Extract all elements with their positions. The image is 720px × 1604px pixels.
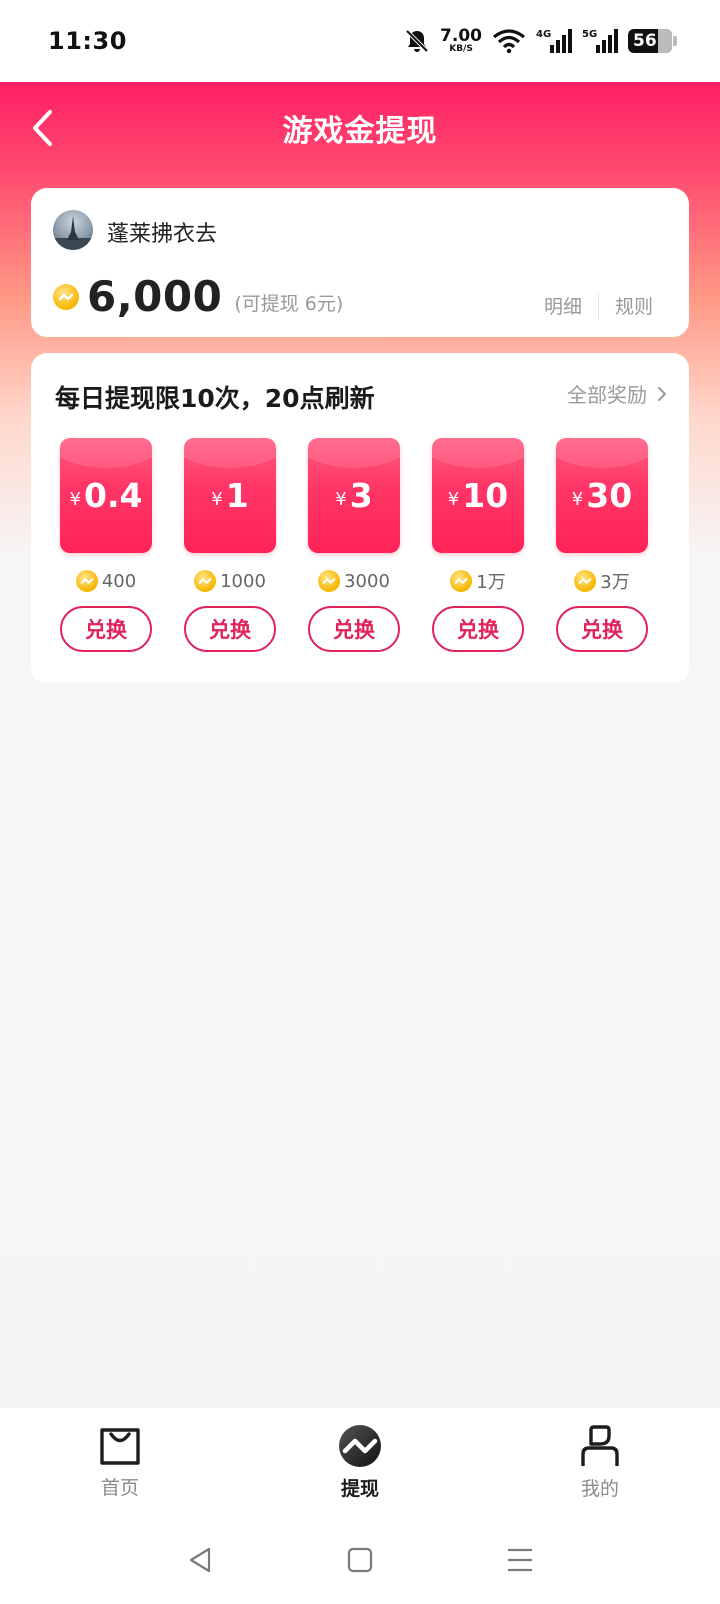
withdrawable-note: (可提现 6元) [234,293,344,315]
battery-icon: 56 [628,29,677,53]
triangle-back-icon [189,1547,211,1573]
currency-symbol: ¥ [571,489,584,510]
net-speed-unit: KB/S [449,44,473,54]
username: 蓬莱拂衣去 [107,222,218,247]
avatar[interactable] [53,210,93,250]
cost-row: 1万 [450,568,506,594]
menu-icon [508,1548,532,1572]
exchange-button[interactable]: 兑换 [308,606,400,652]
reward-item: ¥ 1 1000 兑换 [184,438,276,652]
reward-amount: 3 [349,476,373,515]
reward-cost: 400 [101,570,137,592]
signal-5g-icon: 5G [582,27,618,55]
bell-muted-icon [404,28,430,54]
cost-row: 3万 [574,568,630,594]
status-bar: 11:30 7.00 KB/S 4G 5G 56 [0,0,720,82]
nav-home-button[interactable] [330,1535,390,1585]
currency-symbol: ¥ [447,489,460,510]
reward-cost: 1万 [476,572,506,593]
reward-cost: 3000 [344,570,390,592]
red-packet[interactable]: ¥ 0.4 [60,438,152,553]
all-rewards-link[interactable]: 全部奖励 [567,379,667,408]
coin-icon [75,570,98,592]
reward-amount: 30 [586,476,633,515]
reward-amount: 10 [462,476,509,515]
tab-profile[interactable]: 我的 [480,1408,720,1516]
currency-symbol: ¥ [211,489,223,510]
detail-link[interactable]: 明细 [544,292,582,319]
net-speed: 7.00 KB/S [440,28,482,54]
divider [597,292,599,319]
red-packet[interactable]: ¥ 10 [432,438,524,553]
red-packet[interactable]: ¥ 30 [556,438,648,553]
shopping-bag-icon [100,1427,140,1465]
balance-row: 6,000 (可提现 6元) [53,272,343,321]
tab-label: 我的 [580,1477,619,1500]
nav-back-button[interactable] [170,1535,230,1585]
status-icons: 7.00 KB/S 4G 5G 56 [404,27,677,55]
all-rewards-label: 全部奖励 [567,383,647,407]
chevron-right-icon [658,386,666,401]
withdraw-icon [339,1424,381,1467]
signal-4g-label: 4G [536,29,551,40]
exchange-button[interactable]: 兑换 [184,606,276,652]
exchange-button[interactable]: 兑换 [432,606,524,652]
coin-icon [53,283,79,310]
exchange-button[interactable]: 兑换 [60,606,152,652]
tab-bar: 首页 提现 我的 [0,1408,720,1516]
reward-item: ¥ 3 3000 兑换 [308,438,400,652]
battery-level: 56 [633,31,657,51]
rewards-card: 每日提现限10次，20点刷新 全部奖励 ¥ 0.4 400 兑换 ¥ 1 100… [31,353,689,683]
back-button[interactable] [22,108,62,148]
coin-icon [450,570,473,592]
tab-label: 提现 [340,1477,379,1500]
currency-symbol: ¥ [69,489,81,510]
reward-amount: 0.4 [83,476,143,515]
reward-cost: 3万 [600,572,630,593]
coin-icon [574,570,597,592]
red-packet[interactable]: ¥ 1 [184,438,276,553]
tab-label: 首页 [100,1476,139,1499]
exchange-button[interactable]: 兑换 [556,606,648,652]
wifi-icon [492,28,526,54]
system-nav-bar [0,1516,720,1604]
reward-cost: 1000 [220,570,266,592]
reward-amount: 1 [225,476,249,515]
status-time: 11:30 [48,27,127,55]
coin-icon [318,570,341,592]
cost-row: 400 [75,568,137,594]
cost-row: 3000 [318,568,390,594]
signal-5g-label: 5G [582,29,597,40]
cost-row: 1000 [194,568,266,594]
user-card: 蓬莱拂衣去 6,000 (可提现 6元) 明细 规则 [31,188,689,337]
rewards-title: 每日提现限10次，20点刷新 [55,384,375,413]
chevron-left-icon [33,110,52,146]
page-title: 游戏金提现 [282,114,438,149]
red-packet[interactable]: ¥ 3 [308,438,400,553]
square-home-icon [347,1547,373,1573]
reward-item: ¥ 30 3万 兑换 [556,438,648,652]
signal-4g-icon: 4G [536,27,572,55]
currency-symbol: ¥ [335,489,347,510]
tab-home[interactable]: 首页 [0,1408,240,1516]
coin-icon [194,570,217,592]
title-bar: 游戏金提现 [0,82,720,174]
nav-menu-button[interactable] [490,1535,550,1585]
reward-item: ¥ 0.4 400 兑换 [60,438,152,652]
balance-amount: 6,000 [87,272,223,321]
net-speed-value: 7.00 [440,26,482,46]
page: 11:30 7.00 KB/S 4G 5G 56 游戏金提现 蓬莱拂衣去 6,0… [0,0,720,1604]
reward-item: ¥ 10 1万 兑换 [432,438,524,652]
card-links: 明细 规则 [544,292,653,319]
profile-icon [581,1424,619,1466]
tab-withdraw[interactable]: 提现 [240,1408,480,1516]
rules-link[interactable]: 规则 [615,292,653,319]
